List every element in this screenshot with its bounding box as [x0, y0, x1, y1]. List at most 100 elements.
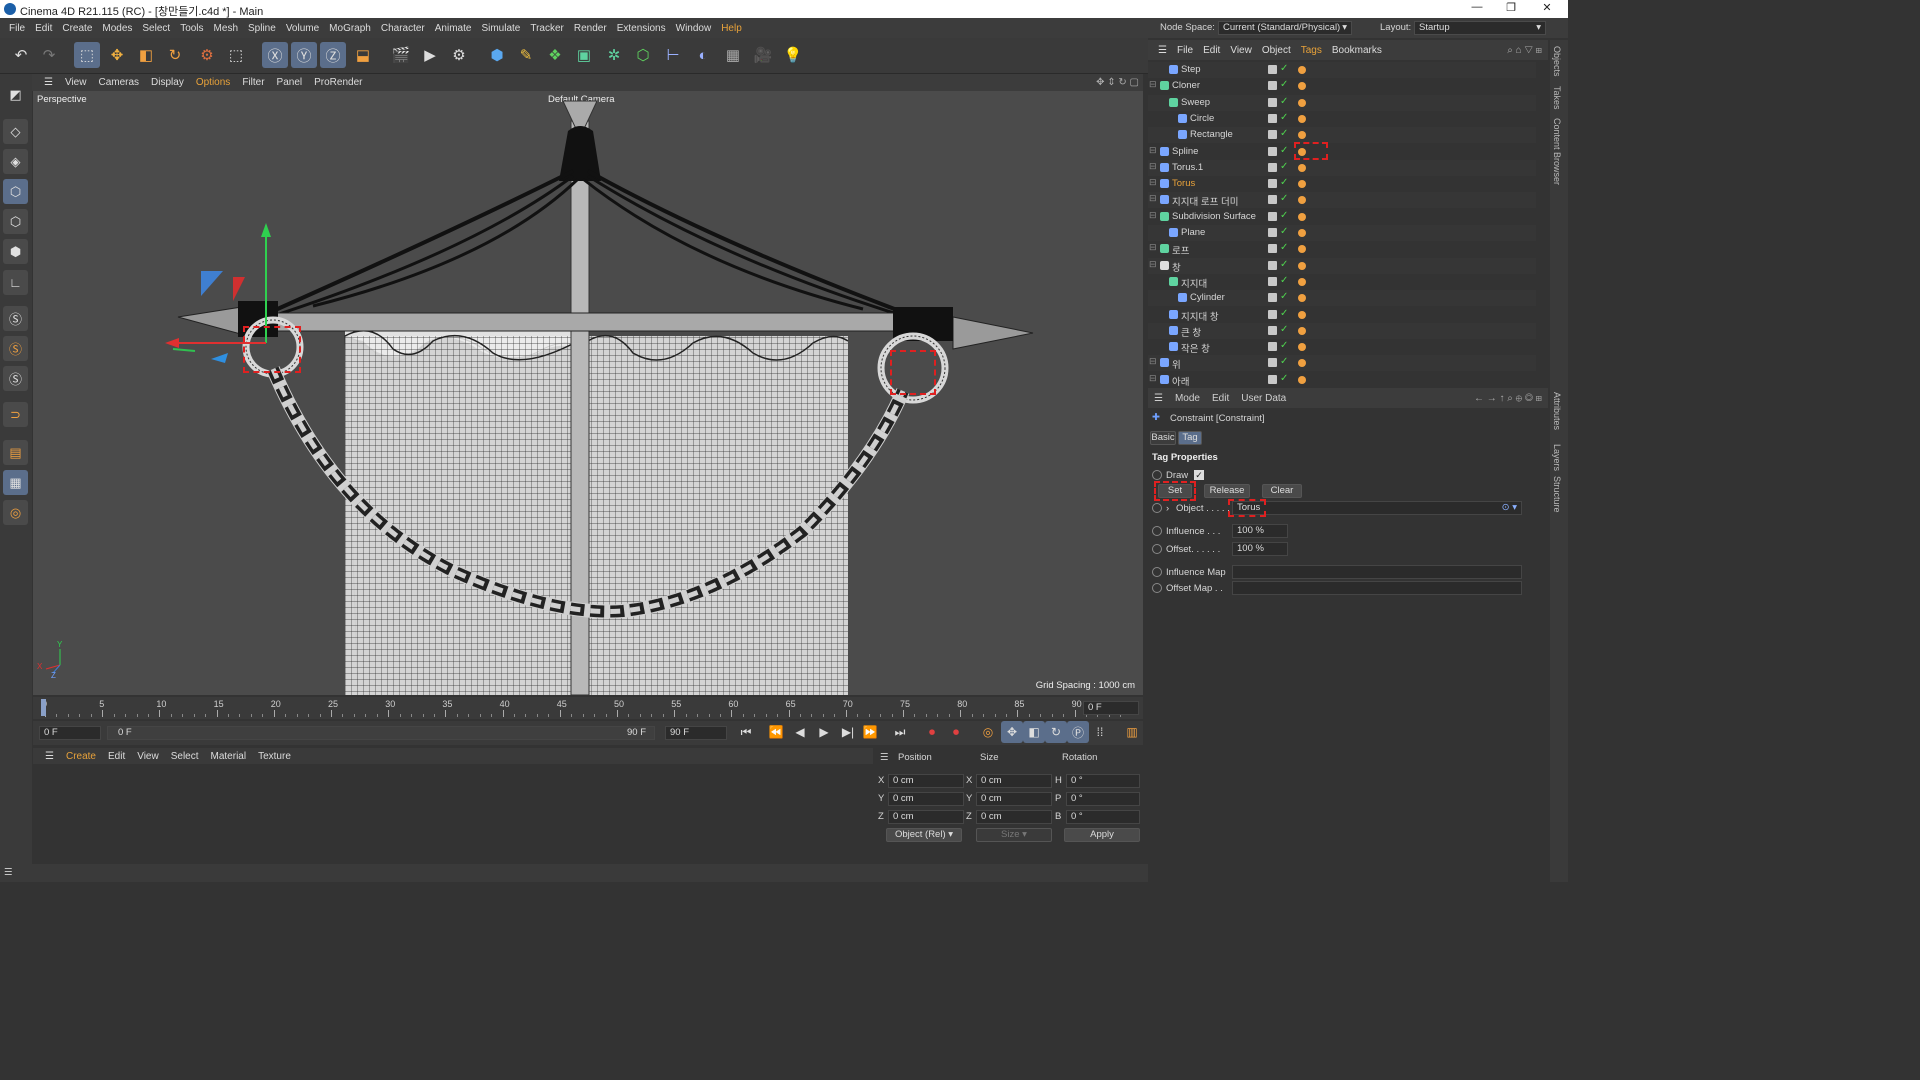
points-mode-icon[interactable]: ⬡: [3, 179, 28, 204]
enable-check-icon[interactable]: ✓: [1280, 210, 1288, 221]
tree-expand-icon[interactable]: ⊟: [1149, 259, 1157, 270]
object-name[interactable]: 지지대 로프 더미: [1172, 194, 1238, 208]
mograph-icon[interactable]: ⬡: [630, 42, 656, 68]
frame-range-slider[interactable]: 0 F 90 F: [107, 726, 655, 740]
key-pla-icon[interactable]: ⁞⁞: [1089, 721, 1111, 743]
editor-visibility-icon[interactable]: [1268, 228, 1277, 237]
editor-visibility-icon[interactable]: [1268, 374, 1277, 384]
viewport-menu-cameras[interactable]: Cameras: [98, 77, 139, 88]
live-selection-icon[interactable]: ⬚: [74, 42, 100, 68]
editor-visibility-icon[interactable]: [1268, 211, 1277, 221]
restore-icon[interactable]: ❐: [1496, 1, 1526, 17]
viewport-nav-icons[interactable]: ✥ ⇕ ↻ ▢: [1096, 77, 1139, 88]
lock-workplane-icon[interactable]: ▦: [3, 470, 28, 495]
enable-check-icon[interactable]: ✓: [1280, 96, 1288, 107]
influence-anim-toggle[interactable]: [1152, 526, 1162, 536]
timeline-ruler[interactable]: 051015202530354045505560657075808590 0 F: [33, 697, 1143, 719]
menu-icon[interactable]: ☰: [1158, 45, 1167, 56]
viewport-menu-prorender[interactable]: ProRender: [314, 77, 362, 88]
deformer-icon[interactable]: ⊢: [660, 42, 686, 68]
menu-icon[interactable]: ☰: [45, 751, 54, 762]
object-name[interactable]: Spline: [1172, 146, 1198, 157]
tag-icon[interactable]: [1298, 343, 1306, 352]
viewport-menu-filter[interactable]: Filter: [242, 77, 264, 88]
draw-anim-toggle[interactable]: [1152, 470, 1162, 480]
tag-icon[interactable]: [1298, 131, 1306, 140]
planar-workplane-icon[interactable]: ◎: [3, 500, 28, 525]
object-name[interactable]: Cylinder: [1190, 292, 1225, 303]
editor-visibility-icon[interactable]: [1268, 309, 1277, 319]
editor-visibility-icon[interactable]: [1268, 65, 1277, 74]
enable-check-icon[interactable]: ✓: [1280, 308, 1288, 319]
tab-takes[interactable]: Takes: [1552, 86, 1562, 110]
influence-field[interactable]: 100 %: [1232, 524, 1288, 538]
tag-icon[interactable]: [1298, 196, 1306, 205]
tree-expand-icon[interactable]: ⊟: [1149, 356, 1157, 367]
object-row[interactable]: ⊟ 위 ✓: [1148, 355, 1536, 372]
soft-selection-icon[interactable]: Ⓢ: [3, 336, 28, 361]
link-target-icon[interactable]: ⊙ ▾: [1502, 502, 1517, 514]
layout-dropdown[interactable]: Startup ▾: [1414, 21, 1546, 35]
material-menu-view[interactable]: View: [137, 751, 159, 762]
enable-check-icon[interactable]: ✓: [1280, 79, 1288, 90]
tag-icon[interactable]: [1298, 310, 1306, 319]
object-name[interactable]: 로프: [1172, 243, 1189, 257]
object-row[interactable]: ⊟ Cloner ✓: [1148, 78, 1536, 94]
object-row[interactable]: ⊟ 창 ✓: [1148, 257, 1536, 274]
editor-visibility-icon[interactable]: [1268, 342, 1277, 352]
size-mode-dropdown[interactable]: Size ▾: [976, 828, 1052, 842]
node-space-dropdown[interactable]: Current (Standard/Physical) ▾: [1218, 21, 1352, 35]
menu-mesh[interactable]: Mesh: [214, 23, 238, 34]
object-row[interactable]: 지지대 ✓: [1148, 274, 1536, 290]
tab-objects[interactable]: Objects: [1552, 46, 1562, 77]
editor-visibility-icon[interactable]: [1268, 293, 1277, 303]
menu-extensions[interactable]: Extensions: [617, 23, 666, 34]
polygons-mode-icon[interactable]: ⬢: [3, 239, 28, 264]
material-menu-edit[interactable]: Edit: [108, 751, 125, 762]
objects-menu-bookmarks[interactable]: Bookmarks: [1332, 45, 1382, 56]
nav-arrows-icon[interactable]: ← → ↑ ⌕ ⊕ ◎ ⊞: [1474, 393, 1542, 404]
extrude-icon[interactable]: ▣: [571, 42, 597, 68]
subdivision-surface-icon[interactable]: ❖: [542, 42, 568, 68]
search-icon[interactable]: ⌕ ⌂ ▽ ⊞: [1507, 45, 1542, 56]
editor-visibility-icon[interactable]: [1268, 146, 1277, 156]
next-key-icon[interactable]: ⏩: [859, 721, 881, 743]
tree-expand-icon[interactable]: ⊟: [1149, 145, 1157, 156]
object-row[interactable]: ⊟ 로프 ✓: [1148, 241, 1536, 257]
object-row[interactable]: Sweep ✓: [1148, 94, 1536, 111]
object-name[interactable]: 큰 창: [1181, 325, 1201, 339]
tag-icon[interactable]: [1298, 375, 1306, 384]
undo-icon[interactable]: ↶: [8, 42, 34, 68]
object-row[interactable]: Circle ✓: [1148, 111, 1536, 127]
offset-field[interactable]: 100 %: [1232, 542, 1288, 556]
tree-expand-icon[interactable]: ⊟: [1149, 79, 1157, 90]
tab-layers[interactable]: Layers: [1552, 444, 1562, 471]
menu-modes[interactable]: Modes: [102, 23, 132, 34]
tag-icon[interactable]: [1298, 245, 1306, 254]
model-mode-icon[interactable]: ◇: [3, 119, 28, 144]
enable-check-icon[interactable]: ✓: [1280, 324, 1288, 335]
object-name[interactable]: 지지대 창: [1181, 309, 1219, 323]
object-row[interactable]: ⊟ Spline ✓: [1148, 144, 1536, 160]
viewport-menu-view[interactable]: View: [65, 77, 87, 88]
viewport-menu-panel[interactable]: Panel: [277, 77, 303, 88]
size-field[interactable]: 0 cm: [976, 774, 1052, 788]
material-area[interactable]: [33, 765, 873, 858]
scale-icon[interactable]: ◧: [133, 42, 159, 68]
tag-icon[interactable]: [1298, 359, 1306, 368]
tag-icon[interactable]: [1298, 294, 1306, 303]
expand-arrow-icon[interactable]: ›: [1166, 503, 1169, 514]
object-row[interactable]: 큰 창 ✓: [1148, 322, 1536, 339]
attr-menu-mode[interactable]: Mode: [1175, 393, 1200, 404]
tag-icon[interactable]: [1298, 212, 1306, 221]
object-row[interactable]: ⊟ Torus.1 ✓: [1148, 159, 1536, 176]
menu-edit[interactable]: Edit: [35, 23, 52, 34]
tab-content-browser[interactable]: Content Browser: [1552, 118, 1562, 185]
tag-icon[interactable]: [1298, 114, 1306, 123]
enable-check-icon[interactable]: ✓: [1280, 340, 1288, 351]
object-row[interactable]: ⊟ 지지대 로프 더미 ✓: [1148, 192, 1536, 209]
viewport-menu-display[interactable]: Display: [151, 77, 184, 88]
position-field[interactable]: 0 cm: [888, 774, 964, 788]
tag-icon[interactable]: [1298, 66, 1306, 74]
x-axis-lock-icon[interactable]: Ⓧ: [262, 42, 288, 68]
